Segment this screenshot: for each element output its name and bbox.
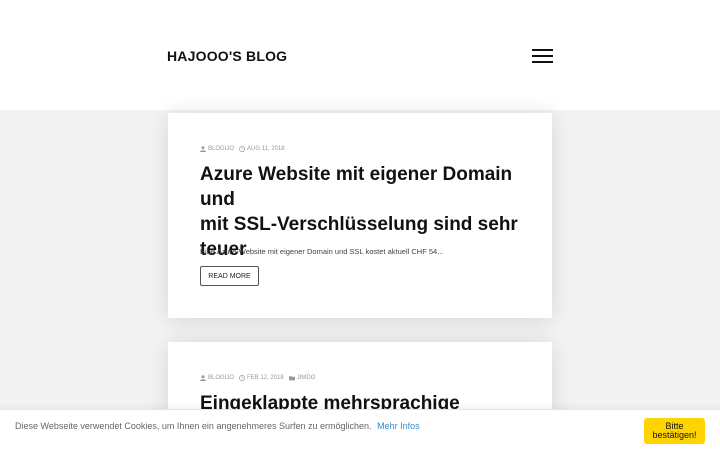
cookie-text: Diese Webseite verwendet Cookies, um Ihn… [15, 421, 372, 431]
post-author[interactable]: BLOGIJO [200, 375, 234, 381]
folder-icon [288, 376, 295, 381]
post-author-name: BLOGIJO [208, 146, 235, 152]
post-card: BLOGIJO AUG 11, 2018 Azure Website mit e… [168, 113, 552, 318]
clock-icon [239, 146, 245, 152]
read-more-button[interactable]: READ MORE [200, 266, 259, 286]
menu-bar-top [532, 49, 553, 51]
post-meta: BLOGIJO FEB 12, 2018 JIMDO [200, 375, 315, 381]
post-title-line: mit SSL-Verschlüsselung sind sehr [200, 214, 518, 235]
menu-bar-bottom [532, 61, 553, 63]
cookie-accept-button[interactable]: Bitte bestätigen! [644, 418, 705, 444]
post-excerpt: Eine Azure-Website mit eigener Domain un… [200, 247, 444, 256]
site-header: HAJOOO'S BLOG [0, 0, 720, 110]
user-icon [200, 375, 206, 381]
post-date-text: AUG 11, 2018 [247, 146, 285, 152]
cookie-message: Diese Webseite verwendet Cookies, um Ihn… [15, 421, 420, 431]
post-date: FEB 12, 2018 [239, 375, 284, 381]
more-info-link[interactable]: Mehr Infos [377, 421, 420, 431]
post-author[interactable]: BLOGIJO [200, 146, 234, 152]
clock-icon [239, 375, 245, 381]
post-title-line: Azure Website mit eigener Domain und [200, 164, 513, 210]
cookie-banner: Diese Webseite verwendet Cookies, um Ihn… [0, 409, 720, 450]
post-category[interactable]: JIMDO [288, 375, 316, 381]
post-category-name: JIMDO [296, 375, 316, 381]
post-author-name: BLOGIJO [208, 375, 235, 381]
hamburger-menu-icon[interactable] [532, 49, 553, 64]
menu-bar-middle [532, 55, 553, 57]
user-icon [200, 146, 206, 152]
site-title[interactable]: HAJOOO'S BLOG [167, 48, 287, 64]
post-date: AUG 11, 2018 [239, 146, 285, 152]
cookie-accept-label-line2: bestätigen! [652, 430, 697, 440]
post-meta: BLOGIJO AUG 11, 2018 [200, 146, 285, 152]
post-date-text: FEB 12, 2018 [247, 375, 284, 381]
